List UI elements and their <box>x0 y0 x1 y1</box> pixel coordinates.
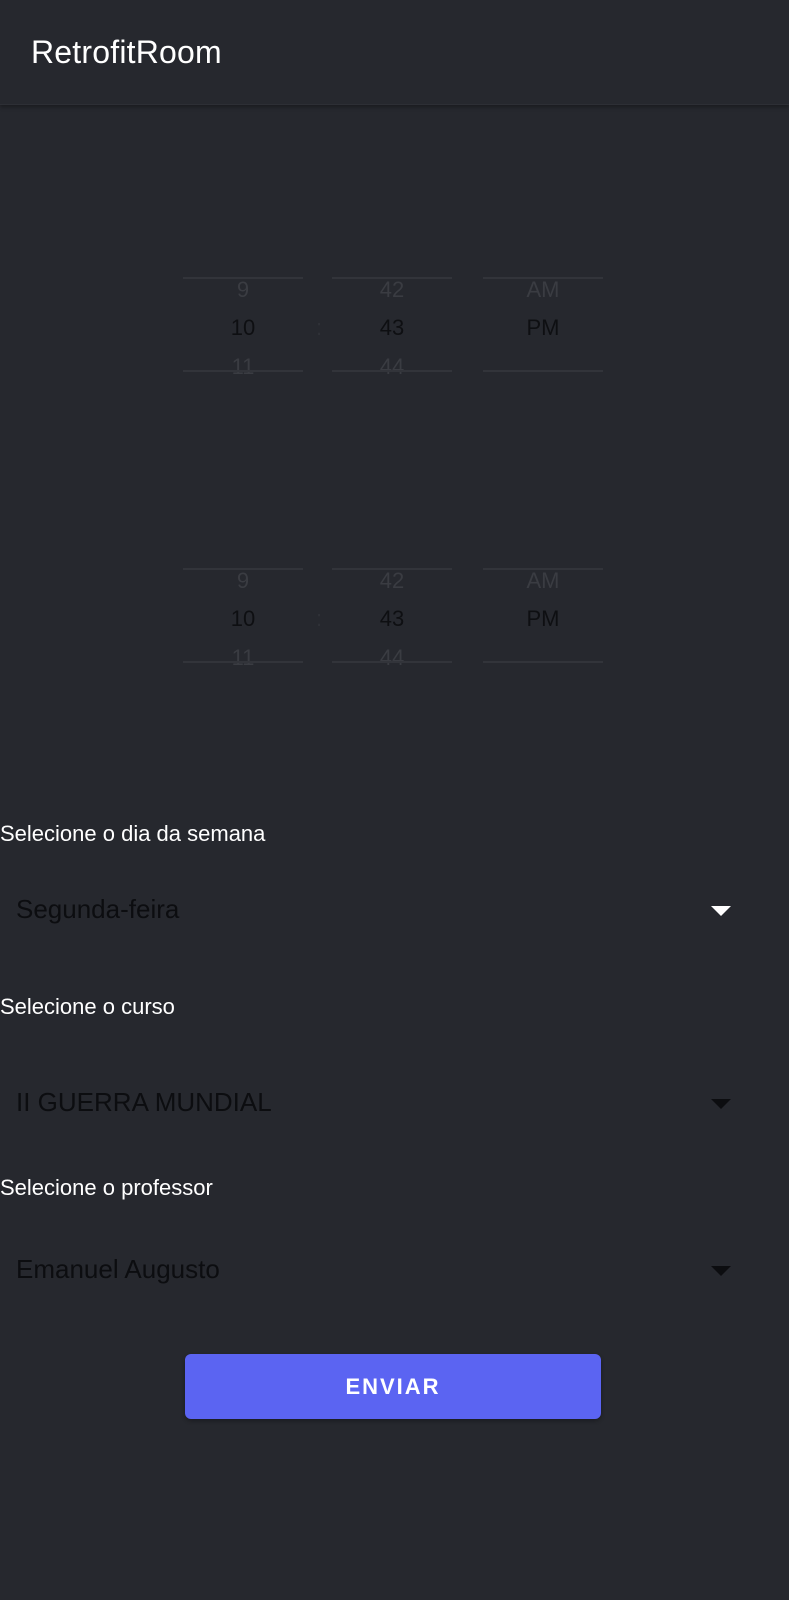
end-hour-wheel[interactable]: 9 10 11 <box>183 563 303 673</box>
weekday-label: Selecione o dia da semana <box>0 821 266 846</box>
wheel-divider <box>332 661 452 663</box>
end-ampm-current[interactable]: PM <box>483 606 603 632</box>
start-ampm-prev[interactable]: AM <box>483 277 603 303</box>
time-separator: : <box>316 315 323 340</box>
start-ampm-current[interactable]: PM <box>483 315 603 341</box>
dropdown-arrow-icon <box>711 1266 731 1276</box>
app-title: RetrofitRoom <box>31 34 222 70</box>
course-spinner[interactable]: II GUERRA MUNDIAL <box>0 1073 740 1133</box>
dropdown-arrow-icon <box>711 1099 731 1109</box>
weekday-selected: Segunda-feira <box>16 894 180 924</box>
course-selected: II GUERRA MUNDIAL <box>16 1087 272 1117</box>
wheel-divider <box>332 370 452 372</box>
start-minute-wheel[interactable]: 42 43 44 <box>332 272 452 382</box>
wheel-divider <box>483 370 603 372</box>
start-hour-prev[interactable]: 9 <box>183 277 303 303</box>
start-hour-wheel[interactable]: 9 10 11 <box>183 272 303 382</box>
teacher-spinner[interactable]: Emanuel Augusto <box>0 1240 740 1300</box>
dropdown-arrow-icon <box>711 906 731 916</box>
end-hour-current[interactable]: 10 <box>183 606 303 632</box>
start-ampm-wheel[interactable]: AM PM <box>483 272 603 382</box>
teacher-label: Selecione o professor <box>0 1175 213 1200</box>
time-separator: : <box>316 606 323 631</box>
weekday-spinner[interactable]: Segunda-feira <box>0 880 740 940</box>
send-button[interactable]: ENVIAR <box>185 1354 601 1419</box>
teacher-selected: Emanuel Augusto <box>16 1254 220 1284</box>
start-hour-current[interactable]: 10 <box>183 315 303 341</box>
start-minute-current[interactable]: 43 <box>332 315 452 341</box>
end-minute-wheel[interactable]: 42 43 44 <box>332 563 452 673</box>
end-minute-current[interactable]: 43 <box>332 606 452 632</box>
end-ampm-wheel[interactable]: AM PM <box>483 563 603 673</box>
end-hour-prev[interactable]: 9 <box>183 568 303 594</box>
start-time-picker[interactable]: 9 10 11 : 42 43 44 AM PM <box>0 272 789 382</box>
end-minute-prev[interactable]: 42 <box>332 568 452 594</box>
wheel-divider <box>183 661 303 663</box>
wheel-divider <box>483 661 603 663</box>
app-bar: RetrofitRoom <box>0 0 789 105</box>
end-time-picker[interactable]: 9 10 11 : 42 43 44 AM PM <box>0 563 789 673</box>
wheel-divider <box>183 370 303 372</box>
start-minute-prev[interactable]: 42 <box>332 277 452 303</box>
course-label: Selecione o curso <box>0 994 175 1019</box>
end-ampm-prev[interactable]: AM <box>483 568 603 594</box>
